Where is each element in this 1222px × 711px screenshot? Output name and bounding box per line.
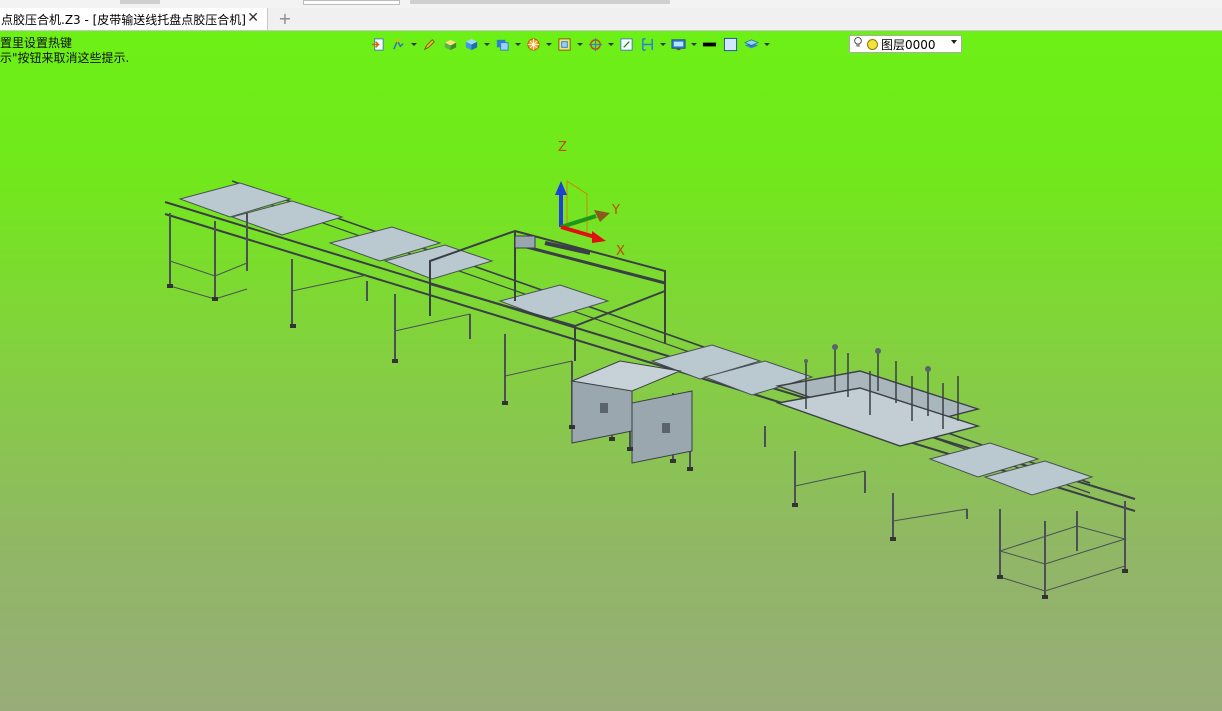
document-tab-title: 点胶压合机.Z3 - [皮带输送线托盘点胶压合机] bbox=[1, 12, 245, 27]
quick-access-toolbar[interactable] bbox=[120, 0, 160, 4]
document-tab[interactable]: 点胶压合机.Z3 - [皮带输送线托盘点胶压合机] ✕ bbox=[0, 8, 268, 30]
close-tab-icon[interactable]: ✕ bbox=[247, 10, 259, 26]
x-axis-arrow bbox=[560, 225, 596, 239]
document-tab-bar: 点胶压合机.Z3 - [皮带输送线托盘点胶压合机] ✕ + bbox=[0, 8, 1222, 31]
top-toolbar[interactable] bbox=[410, 0, 670, 4]
coordinate-axis-triad: Z Y X bbox=[555, 140, 625, 259]
new-tab-button[interactable]: + bbox=[276, 9, 294, 28]
y-axis-label: Y bbox=[611, 203, 620, 218]
y-axis-arrow bbox=[560, 214, 597, 229]
3d-viewport[interactable]: 置里设置热键 示"按钮来取消这些提示. 图层0000 Z Y X bbox=[0, 31, 1222, 711]
z-axis-label: Z bbox=[558, 140, 567, 155]
conveyor-assembly-model[interactable]: Z Y X bbox=[0, 31, 1222, 711]
command-search-field[interactable] bbox=[303, 0, 400, 5]
x-axis-label: X bbox=[616, 244, 625, 259]
